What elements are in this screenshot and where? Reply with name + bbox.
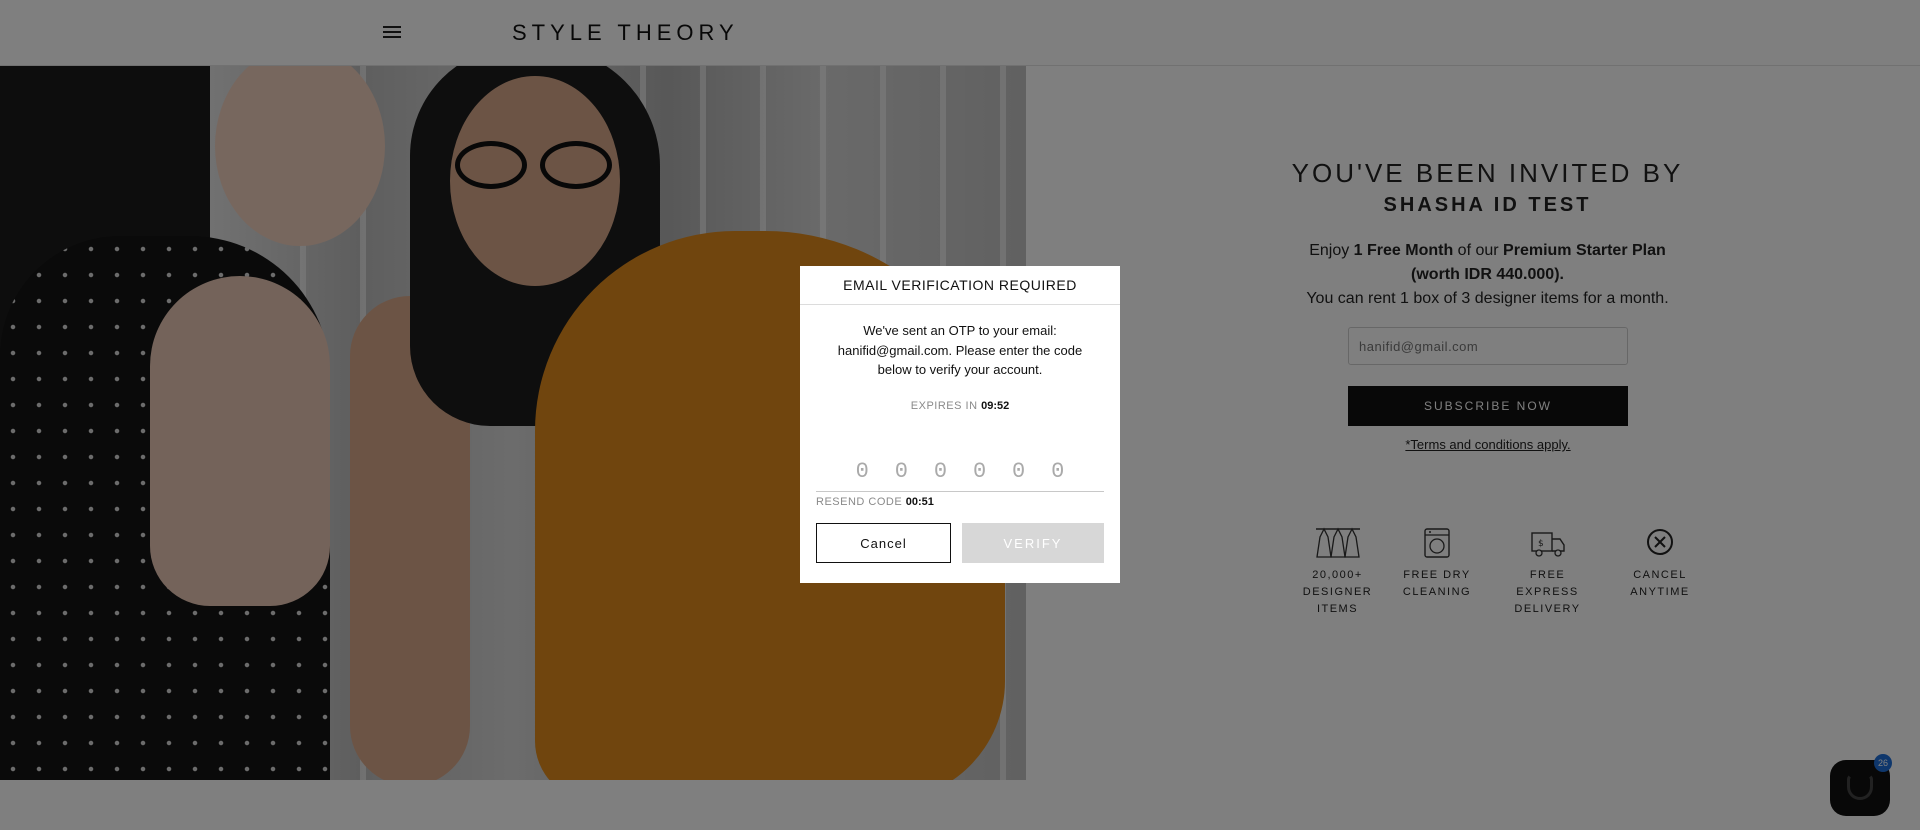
otp-digit-5[interactable]: 0	[1002, 452, 1036, 492]
email-verification-modal: EMAIL VERIFICATION REQUIRED We've sent a…	[800, 266, 1120, 583]
otp-expiry: EXPIRES IN 09:52	[800, 400, 1120, 412]
modal-title: EMAIL VERIFICATION REQUIRED	[800, 266, 1120, 305]
otp-digit-4[interactable]: 0	[963, 452, 997, 492]
verify-button[interactable]: VERIFY	[962, 523, 1104, 563]
otp-digit-3[interactable]: 0	[923, 452, 957, 492]
otp-digit-6[interactable]: 0	[1041, 452, 1075, 492]
expires-label: EXPIRES IN	[910, 399, 982, 412]
otp-digit-2[interactable]: 0	[884, 452, 918, 492]
resend-label: RESEND CODE	[816, 496, 906, 508]
expires-countdown: 09:52	[981, 399, 1010, 412]
resend-code-link[interactable]: RESEND CODE 00:51	[816, 496, 934, 508]
cancel-button[interactable]: Cancel	[816, 523, 951, 563]
otp-input[interactable]: 0 0 0 0 0 0	[816, 452, 1104, 492]
resend-countdown: 00:51	[905, 496, 934, 508]
otp-sent-message: We've sent an OTP to your email: hanifid…	[837, 323, 1083, 377]
otp-digit-1[interactable]: 0	[845, 452, 879, 492]
